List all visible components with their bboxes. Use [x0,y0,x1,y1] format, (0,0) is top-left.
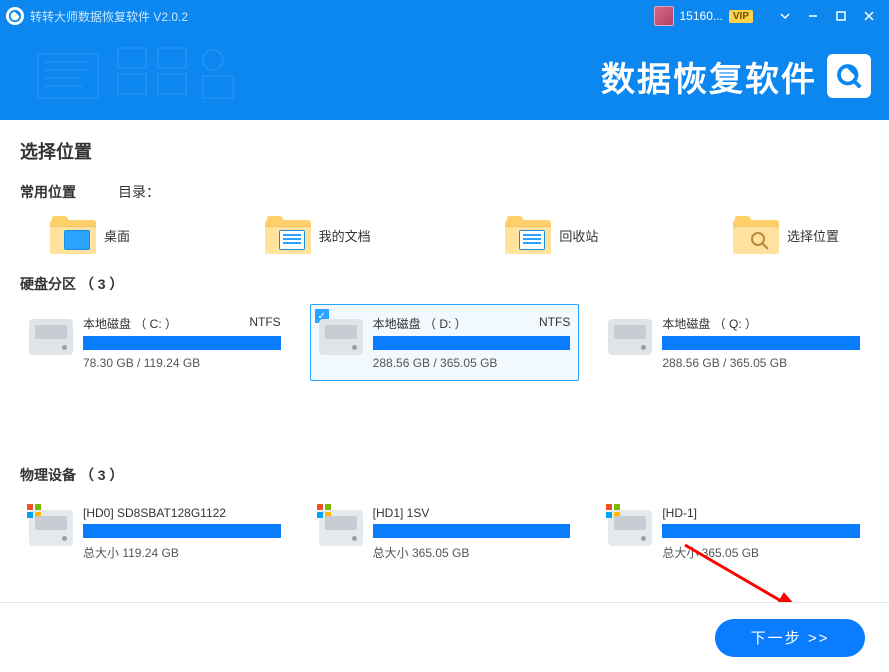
partitions-title: 硬盘分区 （ 3 ） [20,274,869,294]
devices-title: 物理设备 （ 3 ） [20,465,869,485]
avatar [654,6,674,26]
quick-choose-location[interactable]: 选择位置 [733,216,839,254]
quick-item-label: 回收站 [559,226,598,245]
app-title: 转转大师数据恢复软件 V2.0.2 [30,8,188,25]
quick-item-label: 选择位置 [787,226,839,245]
partition-usage: 288.56 GB / 365.05 GB [662,356,860,370]
physical-disk-icon [608,510,652,546]
app-logo-icon [6,7,24,25]
page-heading: 选择位置 [20,138,869,164]
physical-disk-icon [29,510,73,546]
device-card-hd1[interactable]: [HD1] 1SV 总大小 365.05 GB [310,495,580,572]
disk-icon [608,319,652,355]
partition-card-c[interactable]: ✓ 本地磁盘 （ C: ）NTFS 78.30 GB / 119.24 GB [20,304,290,381]
device-card-hd0[interactable]: [HD0] SD8SBAT128G1122 总大小 119.24 GB [20,495,290,572]
quick-documents[interactable]: 我的文档 [265,216,371,254]
brand-text: 数据恢复软件 [601,52,817,101]
devices-list: [HD0] SD8SBAT128G1122 总大小 119.24 GB [HD1… [20,495,869,580]
partition-usage: 288.56 GB / 365.05 GB [373,356,571,370]
partitions-list: ✓ 本地磁盘 （ C: ）NTFS 78.30 GB / 119.24 GB ✓… [20,304,869,389]
partition-name: 本地磁盘 （ D: ） [373,315,467,332]
usage-bar [83,524,281,538]
quick-desktop[interactable]: 桌面 [50,216,130,254]
partition-fs: NTFS [539,315,570,332]
folder-recycle-icon [505,216,551,254]
disk-icon [29,319,73,355]
quick-item-label: 我的文档 [319,226,371,245]
physical-disk-icon [319,510,363,546]
device-name: [HD-1] [662,506,697,520]
folder-desktop-icon [50,216,96,254]
usage-bar [373,524,571,538]
close-button[interactable] [855,4,883,28]
partition-card-d[interactable]: ✓ 本地磁盘 （ D: ）NTFS 288.56 GB / 365.05 GB [310,304,580,381]
banner: 数据恢复软件 [0,32,889,120]
device-size: 总大小 365.05 GB [373,544,571,561]
partition-name: 本地磁盘 （ Q: ） [662,315,757,332]
user-area[interactable]: 15160... VIP [654,6,754,26]
disk-icon [319,319,363,355]
usage-bar [662,524,860,538]
device-size: 总大小 365.05 GB [662,544,860,561]
usage-bar [662,336,860,350]
usage-bar [373,336,571,350]
minimize-button[interactable] [799,4,827,28]
titlebar: 转转大师数据恢复软件 V2.0.2 15160... VIP [0,0,889,32]
common-locations-label: 常用位置 [20,182,76,202]
usage-bar [83,336,281,350]
partition-usage: 78.30 GB / 119.24 GB [83,356,281,370]
quick-recycle-bin[interactable]: 回收站 [505,216,598,254]
device-card-hd-1[interactable]: [HD-1] 总大小 365.05 GB [599,495,869,572]
device-size: 总大小 119.24 GB [83,544,281,561]
footer: 下一步 >> [0,602,889,672]
partition-fs: NTFS [249,315,280,332]
partition-name: 本地磁盘 （ C: ） [83,315,177,332]
content: 选择位置 常用位置 目录： 桌面 我的文档 回收站 选择位置 硬盘分区 （ 3 … [0,120,889,580]
device-name: [HD1] 1SV [373,506,430,520]
user-id: 15160... [680,9,723,23]
folder-browse-icon [733,216,779,254]
banner-decoration [28,40,248,112]
maximize-button[interactable] [827,4,855,28]
directory-label: 目录： [118,182,160,202]
quick-item-label: 桌面 [104,226,130,245]
vip-badge: VIP [729,10,753,23]
partition-card-q[interactable]: ✓ 本地磁盘 （ Q: ） 288.56 GB / 365.05 GB [599,304,869,381]
dropdown-button[interactable] [771,4,799,28]
next-button[interactable]: 下一步 >> [715,619,865,657]
folder-documents-icon [265,216,311,254]
quick-locations: 桌面 我的文档 回收站 选择位置 [20,216,869,268]
device-name: [HD0] SD8SBAT128G1122 [83,506,226,520]
brand-icon [827,54,871,98]
